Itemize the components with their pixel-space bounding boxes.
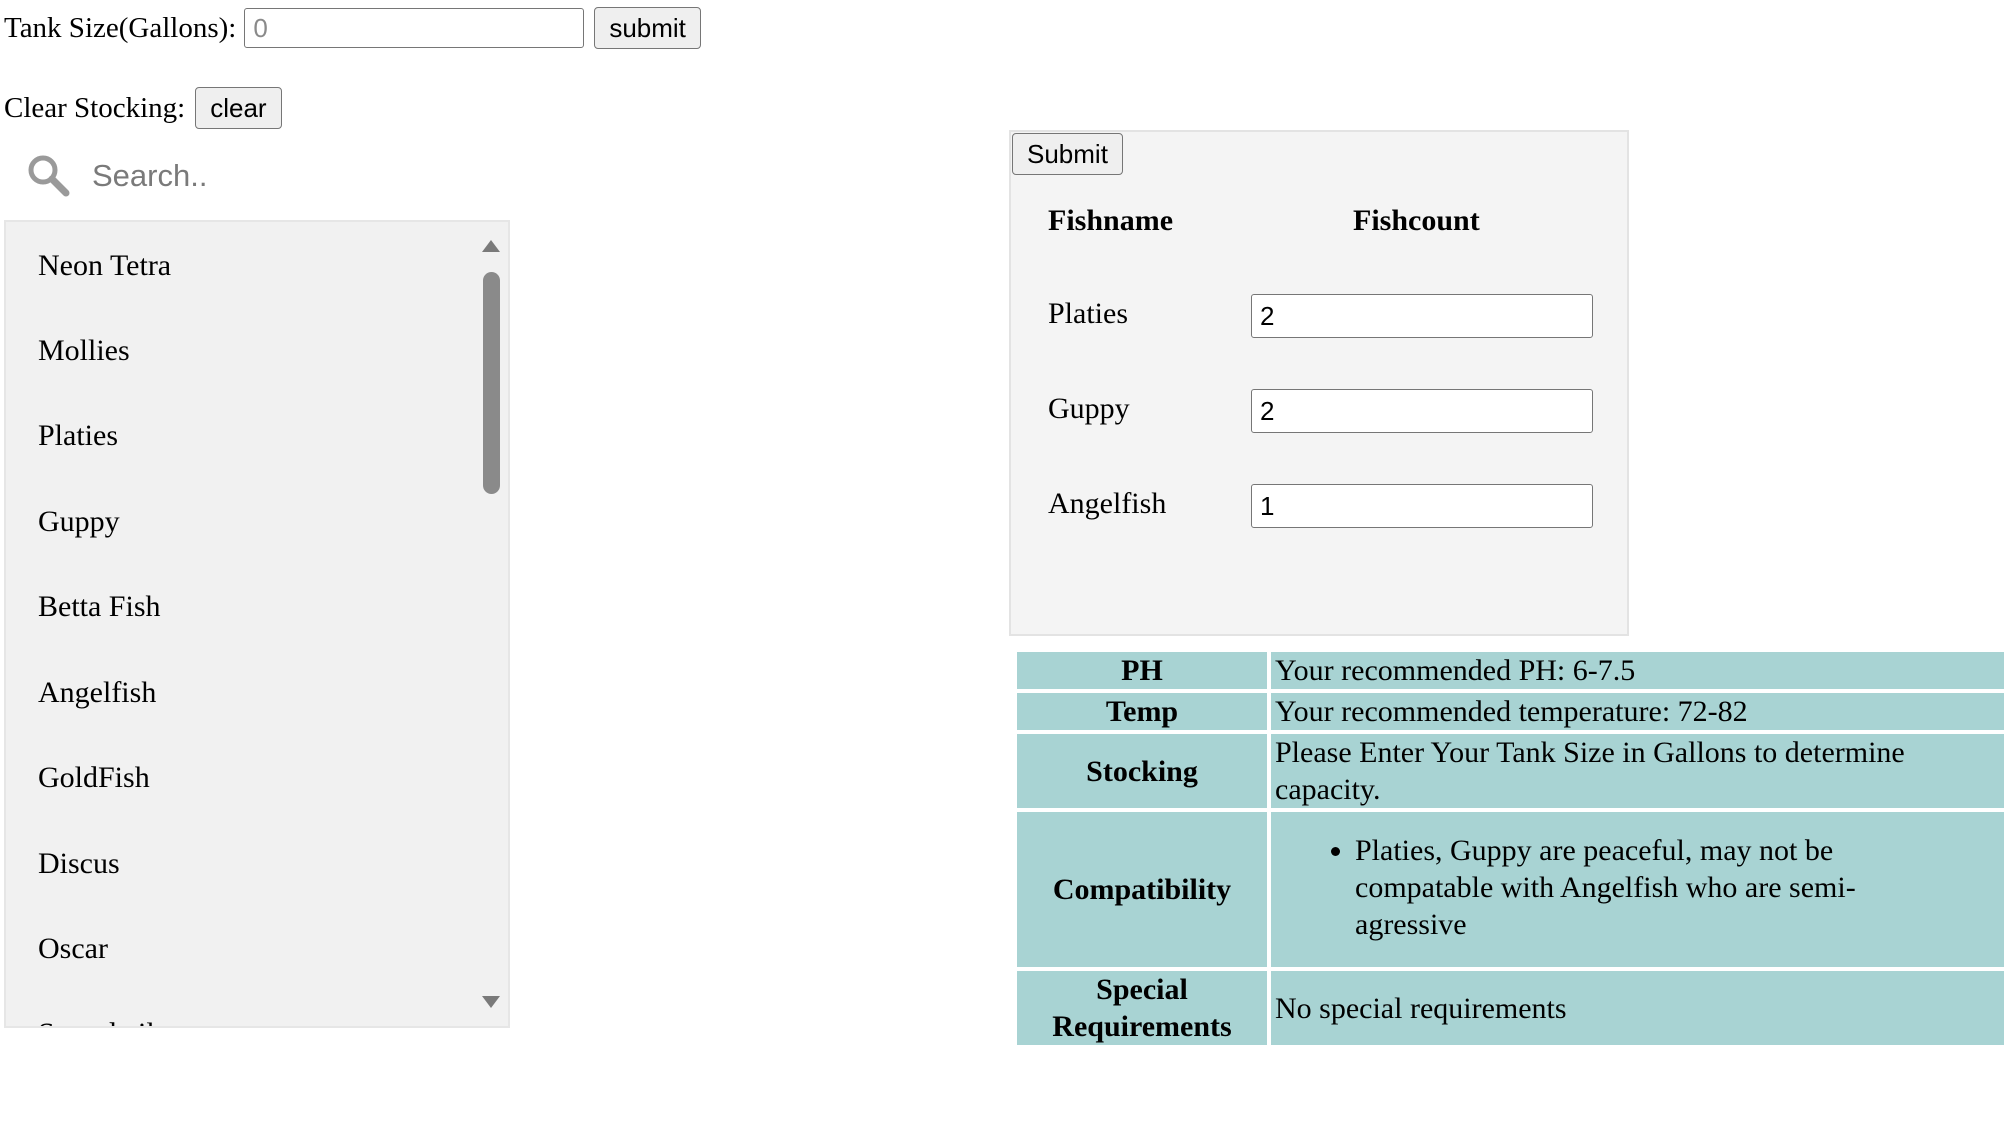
special-requirements-label: Special Requirements: [1017, 971, 1267, 1045]
clear-stocking-label: Clear Stocking:: [4, 91, 186, 124]
search-bar: [26, 150, 486, 202]
temp-label: Temp: [1017, 693, 1267, 730]
tank-size-input[interactable]: [244, 8, 585, 48]
fish-list[interactable]: Neon Tetra Mollies Platies Guppy Betta F…: [4, 220, 510, 1028]
info-row-compatibility: Compatibility Platies, Guppy are peacefu…: [1017, 812, 2004, 967]
stocking-value: Please Enter Your Tank Size in Gallons t…: [1271, 734, 2004, 808]
clear-stocking-row: Clear Stocking: clear: [4, 86, 282, 130]
fish-list-item[interactable]: Neon Tetra: [38, 249, 171, 283]
fish-list-item[interactable]: Platies: [38, 419, 118, 453]
info-row-stocking: Stocking Please Enter Your Tank Size in …: [1017, 734, 2004, 808]
search-input[interactable]: [90, 157, 474, 195]
scroll-down-arrow-icon[interactable]: [482, 996, 500, 1008]
fish-list-item[interactable]: Betta Fish: [38, 590, 161, 624]
tank-info-table: PH Your recommended PH: 6-7.5 Temp Your …: [1013, 648, 2008, 1049]
stocking-submit-button[interactable]: Submit: [1012, 133, 1123, 175]
special-requirements-value: No special requirements: [1271, 971, 2004, 1045]
fish-list-item[interactable]: Guppy: [38, 505, 120, 539]
search-icon: [26, 153, 72, 199]
compatibility-value: Platies, Guppy are peaceful, may not be …: [1271, 812, 2004, 967]
temp-value: Your recommended temperature: 72-82: [1271, 693, 2004, 730]
fishcount-input[interactable]: [1251, 389, 1593, 433]
compatibility-list: Platies, Guppy are peaceful, may not be …: [1275, 832, 2000, 943]
scroll-up-arrow-icon[interactable]: [482, 240, 500, 252]
fish-list-item[interactable]: Swordtail: [38, 1017, 155, 1026]
fish-list-item[interactable]: Angelfish: [38, 676, 156, 710]
list-scrollbar[interactable]: [476, 222, 508, 1026]
fishname-header: Fishname: [1048, 204, 1174, 237]
info-row-ph: PH Your recommended PH: 6-7.5: [1017, 652, 2004, 689]
stock-row-name: Platies: [1048, 297, 1128, 330]
stock-row-name: Angelfish: [1048, 487, 1167, 520]
clear-button[interactable]: clear: [195, 87, 282, 129]
fish-list-item[interactable]: Oscar: [38, 932, 108, 966]
fish-list-item[interactable]: Discus: [38, 847, 120, 881]
scrollbar-thumb[interactable]: [483, 272, 500, 494]
fishcount-input[interactable]: [1251, 294, 1593, 338]
info-row-temp: Temp Your recommended temperature: 72-82: [1017, 693, 2004, 730]
info-row-special-requirements: Special Requirements No special requirem…: [1017, 971, 2004, 1045]
tank-size-row: Tank Size(Gallons): submit: [4, 6, 701, 50]
ph-label: PH: [1017, 652, 1267, 689]
stocking-form: Submit Fishname Fishcount Platies Guppy …: [1009, 130, 1629, 636]
stocking-label: Stocking: [1017, 734, 1267, 808]
tank-submit-button[interactable]: submit: [594, 7, 701, 49]
fish-list-item[interactable]: Mollies: [38, 334, 130, 368]
fishcount-input[interactable]: [1251, 484, 1593, 528]
fishcount-header: Fishcount: [1353, 204, 1480, 237]
ph-value: Your recommended PH: 6-7.5: [1271, 652, 2004, 689]
stock-row-name: Guppy: [1048, 392, 1130, 425]
compatibility-note: Platies, Guppy are peaceful, may not be …: [1355, 832, 2000, 943]
fish-list-item[interactable]: GoldFish: [38, 761, 150, 795]
compatibility-label: Compatibility: [1017, 812, 1267, 967]
tank-size-label: Tank Size(Gallons):: [4, 11, 237, 44]
